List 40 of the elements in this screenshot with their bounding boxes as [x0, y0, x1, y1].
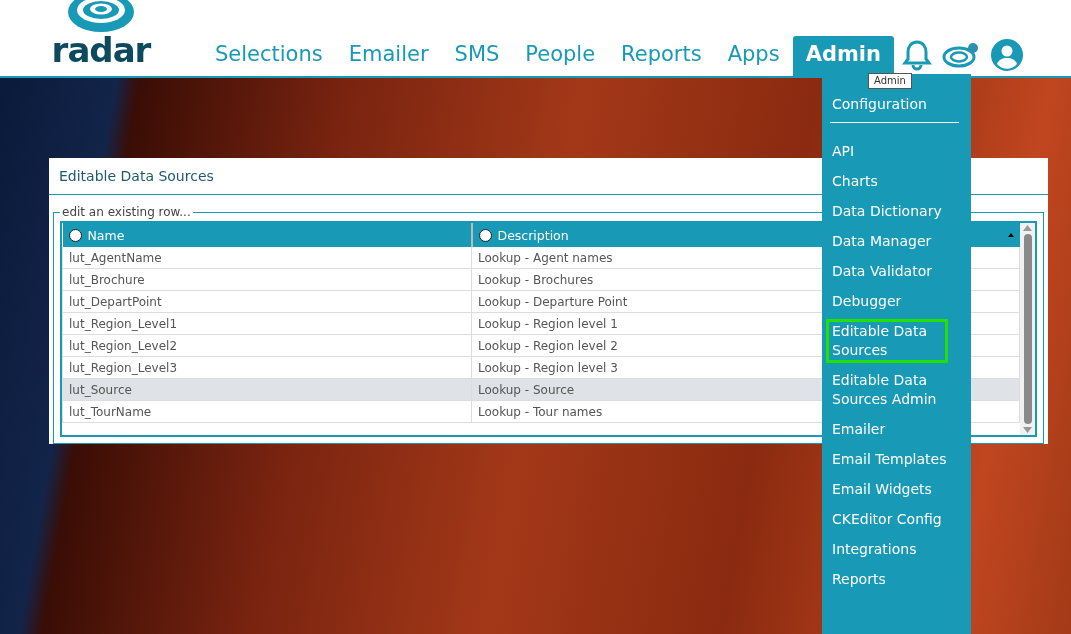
tooltip: Admin [868, 73, 912, 89]
scroll-down-icon[interactable] [1023, 427, 1032, 433]
nav-tab[interactable]: People [512, 36, 609, 72]
table-cell: lut_Region_Level2 [62, 334, 472, 357]
menu-item[interactable]: Debugger [826, 289, 967, 314]
scroll-up-icon[interactable] [1023, 225, 1032, 231]
table-cell: lut_Region_Level3 [62, 356, 472, 379]
nav-tab[interactable]: Selections [202, 36, 336, 72]
table-cell: lut_Source [62, 378, 472, 401]
nav-tab[interactable]: Admin [792, 36, 894, 76]
spiral-notification-icon[interactable] [941, 41, 980, 69]
bell-icon[interactable] [901, 39, 932, 71]
menu-item[interactable]: Editable Data Sources [826, 319, 948, 363]
menu-item[interactable]: CKEditor Config [826, 507, 967, 532]
sort-caret-icon [1007, 233, 1014, 237]
menu-item[interactable]: API [826, 139, 967, 164]
nav-tab[interactable]: Reports [608, 36, 715, 72]
table-cell: lut_Region_Level1 [62, 312, 472, 335]
radio-icon[interactable] [478, 228, 492, 242]
user-avatar-icon[interactable] [989, 38, 1024, 72]
logo-text: radar [51, 34, 151, 66]
nav-tab[interactable]: Emailer [335, 36, 442, 72]
table-cell: lut_DepartPoint [62, 290, 472, 313]
menu-item[interactable]: Integrations [826, 537, 967, 562]
menu-item[interactable]: Charts [826, 169, 967, 194]
menu-item[interactable]: Email Templates [826, 447, 967, 472]
menu-item[interactable]: Email Widgets [826, 477, 967, 502]
table-cell: lut_AgentName [62, 247, 472, 269]
nav-tab[interactable]: Apps [714, 36, 793, 72]
table-cell: lut_TourName [62, 400, 472, 423]
nav-tab[interactable]: SMS [441, 36, 513, 72]
menu-item[interactable]: Data Dictionary [826, 199, 967, 224]
scrollbar[interactable] [1020, 223, 1035, 435]
fieldset-legend: edit an existing row... [60, 205, 193, 219]
column-header[interactable]: Name [62, 223, 472, 247]
menu-item[interactable]: Configuration [826, 92, 967, 117]
table-cell: lut_Brochure [62, 268, 472, 291]
menu-item[interactable]: Reports [826, 567, 967, 592]
radio-icon[interactable] [68, 228, 82, 242]
radar-logo[interactable]: radar [48, 0, 154, 66]
